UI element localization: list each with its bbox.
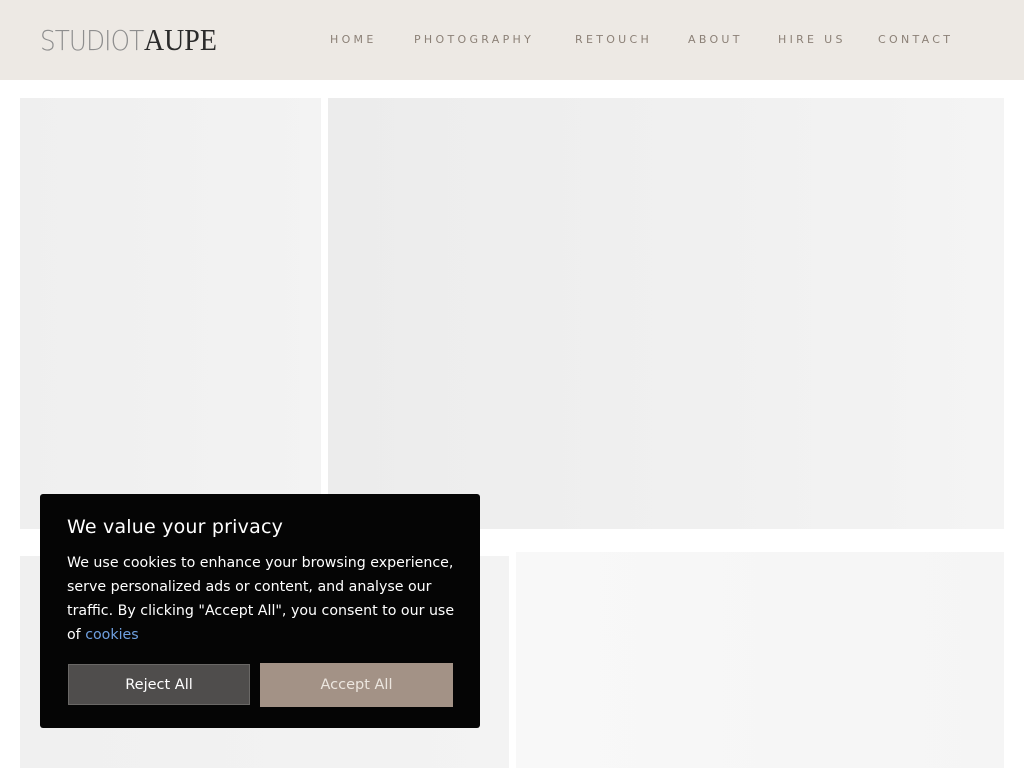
main-nav: HOME PHOTOGRAPHY RETOUCH ABOUT HIRE US C…: [0, 33, 1024, 47]
reject-all-button[interactable]: Reject All: [68, 664, 250, 705]
cookie-banner-text: We use cookies to enhance your browsing …: [67, 551, 459, 647]
site-header: STUDIOT AUPE HOME PHOTOGRAPHY RETOUCH ABO…: [0, 0, 1024, 80]
cookie-banner-title: We value your privacy: [67, 516, 284, 538]
nav-item-home[interactable]: HOME: [330, 33, 377, 47]
nav-item-retouch[interactable]: RETOUCH: [575, 33, 652, 47]
cookie-consent-banner: We value your privacy We use cookies to …: [40, 494, 480, 728]
nav-item-hire-us[interactable]: HIRE US: [778, 33, 846, 47]
nav-item-photography[interactable]: PHOTOGRAPHY: [414, 33, 534, 47]
gallery-image-2[interactable]: [328, 98, 1004, 529]
nav-item-contact[interactable]: CONTACT: [878, 33, 953, 47]
nav-item-about[interactable]: ABOUT: [688, 33, 743, 47]
accept-all-button[interactable]: Accept All: [260, 663, 453, 707]
gallery-image-1[interactable]: [20, 98, 321, 529]
cookies-policy-link[interactable]: cookies: [85, 627, 138, 643]
gallery-image-4[interactable]: [516, 552, 1004, 768]
